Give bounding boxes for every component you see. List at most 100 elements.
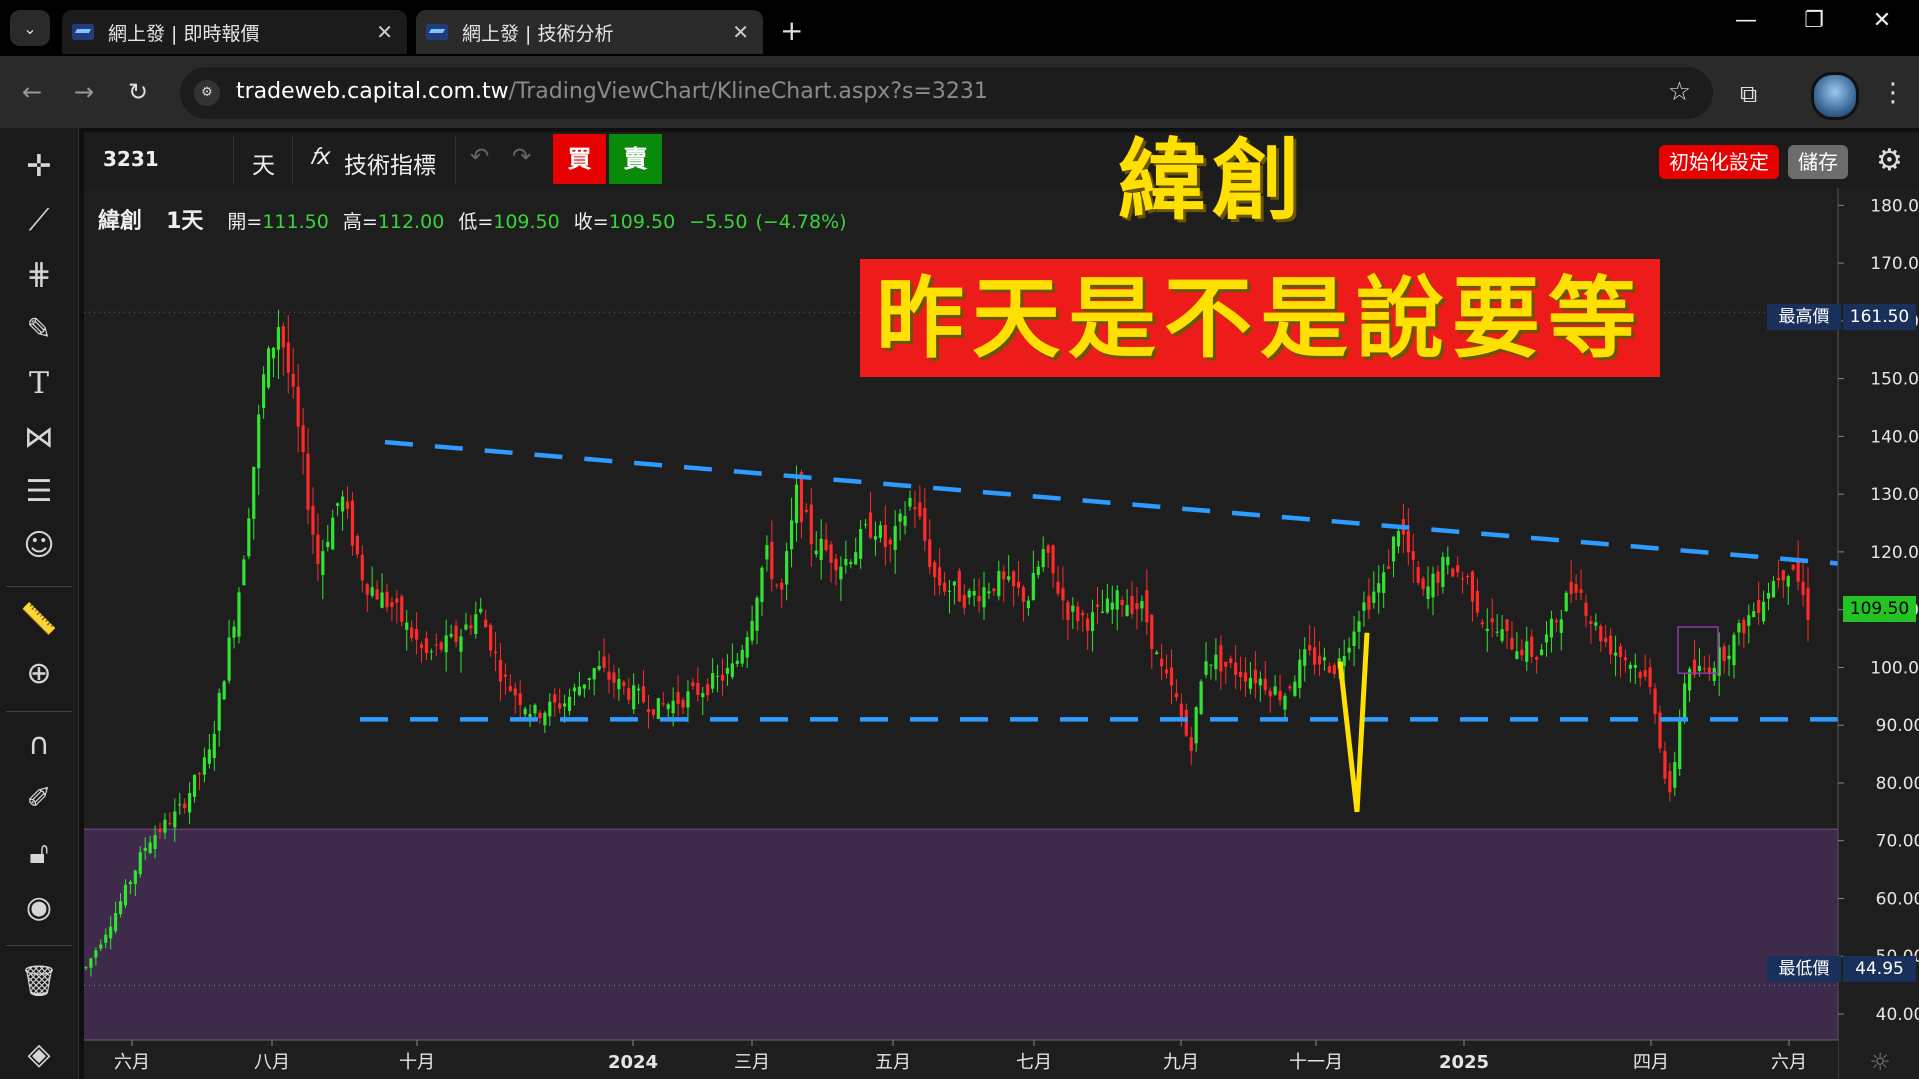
candle-body — [824, 539, 828, 551]
unlock-icon[interactable]: 🔓︎ — [16, 834, 62, 874]
high-price-label: 最高價 — [1767, 304, 1841, 330]
candle-body — [577, 686, 582, 696]
candle-body — [1362, 602, 1366, 611]
zoom-in-icon[interactable]: ⊕ — [16, 654, 62, 694]
candle-body — [1357, 621, 1361, 632]
brush-icon[interactable]: ✎ — [16, 310, 62, 350]
candle-body — [1673, 761, 1677, 788]
new-tab-button[interactable]: + — [780, 14, 803, 47]
candle-body — [345, 501, 350, 509]
lock-drawing-icon[interactable]: ✐ — [16, 779, 62, 819]
tab-realtime-quote[interactable]: 網上發 | 即時報價 ✕ — [62, 10, 407, 54]
crosshair-icon[interactable]: ✛ — [16, 147, 62, 187]
interval-selector[interactable]: 天 — [252, 146, 275, 180]
candle-body — [849, 562, 853, 565]
price-tick-label: 80.00 — [1876, 774, 1919, 794]
candle-body — [1150, 614, 1154, 649]
candle-body — [612, 672, 616, 683]
candle-body — [1574, 584, 1578, 593]
save-button[interactable]: 儲存 — [1788, 145, 1848, 179]
candle-body — [1776, 578, 1780, 581]
candle-body — [908, 497, 912, 507]
price-tick-label: 130.00 — [1870, 485, 1919, 505]
time-tick-label: 八月 — [254, 1052, 290, 1073]
candle-body — [967, 590, 971, 598]
undo-icon[interactable]: ↶ — [470, 144, 489, 170]
candle-body — [188, 793, 192, 813]
trendline-icon[interactable]: ⟋ — [16, 201, 62, 241]
candle-body — [424, 638, 429, 654]
candle-body — [567, 696, 572, 711]
candle-body — [913, 507, 917, 510]
price-tick-label: 70.00 — [1876, 832, 1919, 852]
magnet-icon[interactable]: ∩ — [16, 725, 62, 765]
redo-icon[interactable]: ↷ — [512, 144, 531, 170]
candle-body — [498, 659, 503, 682]
candle-body — [247, 518, 251, 557]
gear-icon[interactable]: ⚙ — [1876, 143, 1903, 178]
candle-body — [114, 913, 118, 932]
text-tool-icon[interactable]: T — [16, 364, 62, 404]
low-label: 低= — [458, 211, 494, 233]
candle-body — [1130, 596, 1134, 614]
trash-icon[interactable]: 🗑︎ — [16, 962, 62, 1002]
back-arrow-icon[interactable]: ← — [22, 78, 42, 106]
site-info-icon[interactable]: ⚙ — [194, 80, 220, 106]
candle-body — [745, 637, 749, 658]
candle-body — [1002, 571, 1006, 580]
candle-body — [1076, 606, 1080, 622]
candle-body — [104, 934, 108, 943]
candle-body — [794, 484, 799, 524]
profile-avatar[interactable] — [1811, 72, 1859, 120]
close-icon[interactable]: ✕ — [732, 20, 749, 44]
forecast-icon[interactable]: ☰ — [16, 472, 62, 512]
candle-body — [89, 958, 93, 968]
extensions-puzzle-icon[interactable]: ⧉ — [1740, 80, 1757, 108]
emoji-icon[interactable]: ☺ — [16, 526, 62, 566]
window-close-button[interactable]: ✕ — [1854, 8, 1910, 33]
candle-body — [1584, 602, 1588, 616]
bookmark-star-icon[interactable]: ☆ — [1668, 77, 1691, 107]
candle-body — [84, 967, 88, 969]
tab-title: 網上發 | 即時報價 — [108, 22, 260, 45]
reload-icon[interactable]: ↻ — [128, 78, 148, 106]
tab-search-button[interactable]: ⌄ — [10, 10, 50, 46]
candle-body — [1081, 612, 1085, 616]
candle-body — [1298, 659, 1302, 688]
eye-icon[interactable]: ◉ — [16, 888, 62, 928]
candle-body — [799, 472, 804, 522]
sell-button[interactable]: 賣 — [609, 134, 662, 184]
init-settings-button[interactable]: 初始化設定 — [1659, 145, 1779, 179]
candle-body — [622, 682, 626, 686]
tab-technical-analysis[interactable]: 網上發 | 技術分析 ✕ — [416, 10, 763, 54]
candle-body — [523, 708, 527, 715]
candle-body — [942, 582, 947, 592]
more-menu-icon[interactable]: ⋮ — [1880, 78, 1906, 108]
candle-body — [1382, 572, 1386, 593]
layers-icon[interactable]: ◈ — [16, 1035, 62, 1075]
candle-body — [311, 505, 315, 535]
pitchfork-icon[interactable]: ⋕ — [16, 255, 62, 295]
candle-body — [331, 517, 335, 550]
candle-body — [227, 637, 231, 681]
candle-body — [276, 327, 281, 350]
time-tick-label: 七月 — [1016, 1052, 1052, 1073]
ruler-icon[interactable]: 📏 — [16, 600, 62, 640]
candle-body — [518, 693, 522, 706]
restore-button[interactable]: ❐ — [1786, 8, 1842, 33]
candle-body — [1742, 619, 1746, 634]
candle-body — [1678, 719, 1682, 770]
pattern-icon[interactable]: ⋈ — [16, 418, 62, 458]
close-icon[interactable]: ✕ — [376, 20, 393, 44]
candle-body — [1623, 657, 1628, 661]
url-field[interactable]: ⚙ tradeweb.capital.com.tw/TradingViewCha… — [180, 67, 1713, 119]
candle-body — [1786, 576, 1790, 587]
minimize-button[interactable]: — — [1718, 8, 1774, 33]
buy-button[interactable]: 買 — [553, 134, 606, 184]
forward-arrow-icon[interactable]: → — [74, 78, 94, 106]
candle-body — [1539, 649, 1544, 656]
candle-body — [1179, 703, 1183, 717]
ohlc-legend: 緯創 1天 開=111.50 高=112.00 低=109.50 收=109.5… — [98, 203, 855, 235]
indicators-button[interactable]: 技術指標 — [344, 146, 436, 180]
symbol-search[interactable]: 3231 — [103, 147, 159, 171]
